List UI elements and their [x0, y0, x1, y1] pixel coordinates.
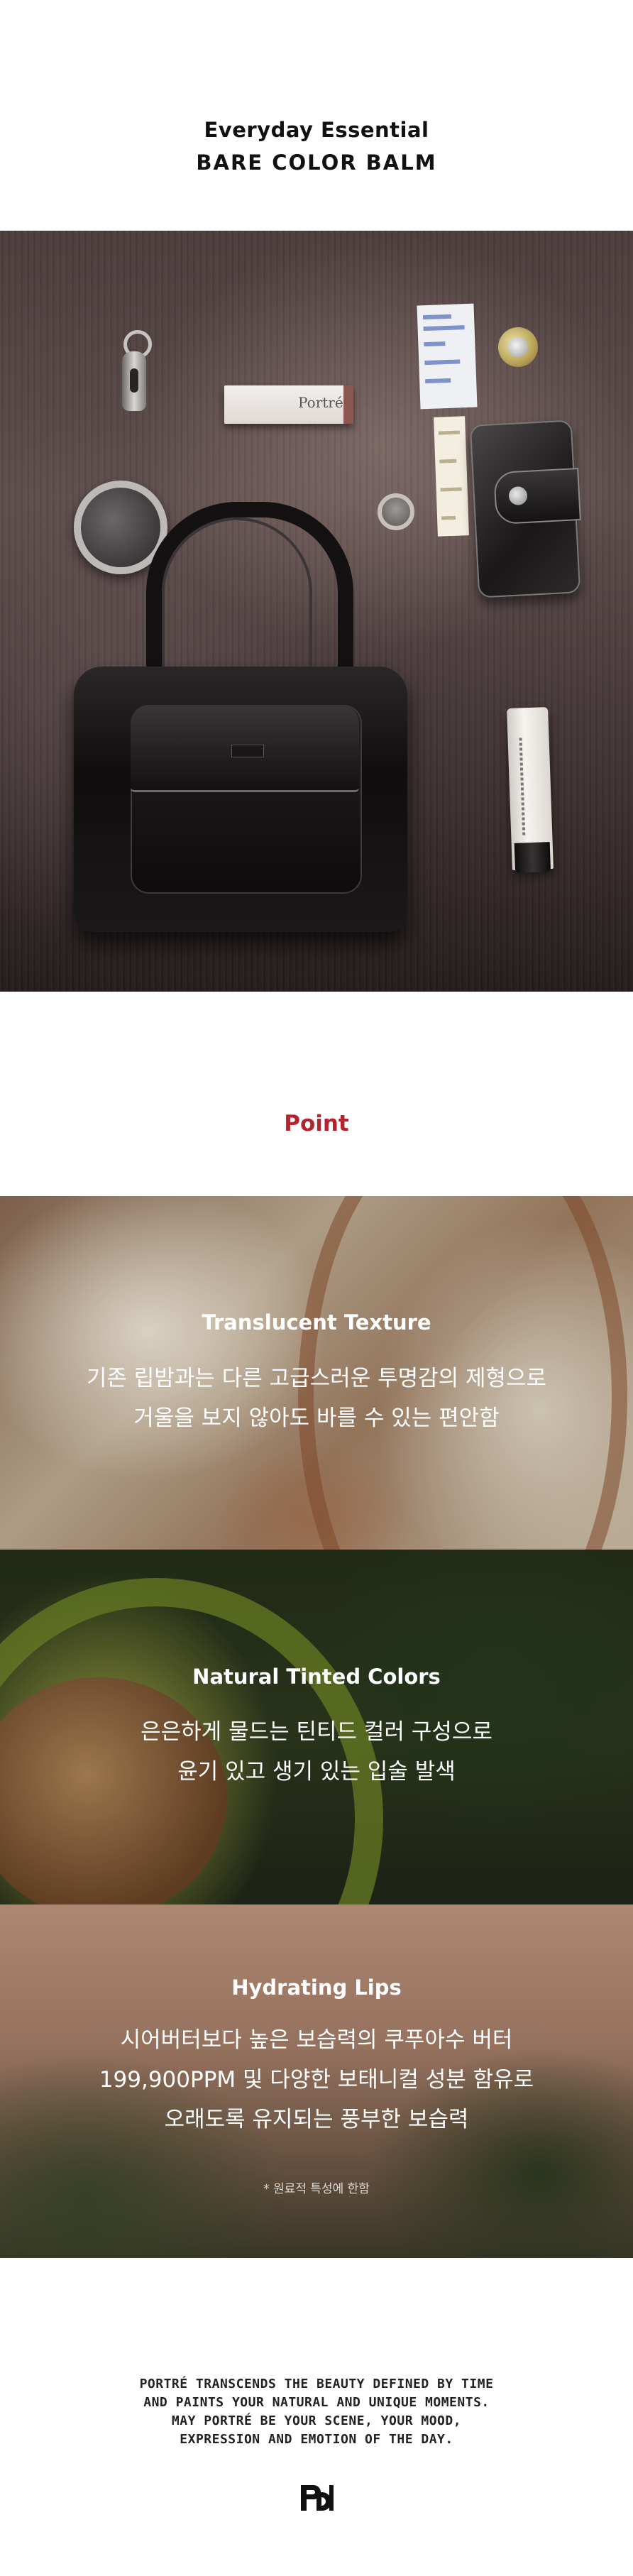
header-subtitle: Everyday Essential	[204, 118, 429, 142]
lip-balm-tube-image	[507, 707, 554, 873]
statement-line: PORTRÉ TRANSCENDS THE BEAUTY DEFINED BY …	[139, 2377, 494, 2391]
box-brand-text: Portré	[298, 394, 343, 411]
brand-statement-text: PORTRÉ TRANSCENDS THE BEAUTY DEFINED BY …	[0, 2375, 633, 2449]
feature-line: 기존 립밤과는 다른 고급스러운 투명감의 제형으로	[86, 1366, 547, 1391]
page-header: Everyday Essential BARE COLOR BALM	[0, 0, 633, 231]
feature-description: 기존 립밤과는 다른 고급스러운 투명감의 제형으로 거울을 보지 않아도 바를…	[0, 1359, 633, 1438]
brand-statement: PORTRÉ TRANSCENDS THE BEAUTY DEFINED BY …	[0, 2258, 633, 2576]
handbag-image	[74, 502, 407, 932]
point-title: Point	[284, 1111, 349, 1136]
feature-description: 시어버터보다 높은 보습력의 쿠푸아수 버터 199,900PPM 및 다양한 …	[0, 2020, 633, 2139]
statement-line: EXPRESSION AND EMOTION OF THE DAY.	[180, 2432, 453, 2447]
feature-title: Translucent Texture	[202, 1310, 431, 1334]
feature-natural-tinted-colors: Natural Tinted Colors 은은하게 물드는 틴티드 컬러 구성…	[0, 1550, 633, 1904]
key-charm-image	[119, 330, 152, 414]
receipt-image	[417, 303, 478, 410]
ticket-image	[434, 416, 469, 537]
feature-title: Natural Tinted Colors	[192, 1665, 441, 1689]
wallet-image	[469, 420, 581, 598]
feature-line: 은은하게 물드는 틴티드 컬러 구성으로	[141, 1719, 492, 1745]
feature-line: 시어버터보다 높은 보습력의 쿠푸아수 버터	[120, 2027, 513, 2053]
statement-line: MAY PORTRÉ BE YOUR SCENE, YOUR MOOD,	[171, 2413, 462, 2428]
feature-title: Hydrating Lips	[231, 1975, 402, 2000]
pd-monogram-logo-icon	[301, 2485, 334, 2511]
feature-hydrating-lips: Hydrating Lips 시어버터보다 높은 보습력의 쿠푸아수 버터 19…	[0, 1904, 633, 2258]
feature-description: 은은하게 물드는 틴티드 컬러 구성으로 윤기 있고 생기 있는 입술 발색	[0, 1712, 633, 1792]
coin-image	[498, 327, 538, 367]
point-section: Point	[0, 992, 633, 1196]
product-detail-page: Everyday Essential BARE COLOR BALM Portr…	[0, 0, 633, 2576]
feature-footnote: * 원료적 특성에 한함	[263, 2182, 370, 2196]
feature-translucent-texture: Translucent Texture 기존 립밤과는 다른 고급스러운 투명감…	[0, 1196, 633, 1550]
hero-photo: Portré	[0, 231, 633, 992]
statement-line: AND PAINTS YOUR NATURAL AND UNIQUE MOMEN…	[143, 2395, 490, 2410]
product-name: BARE COLOR BALM	[196, 150, 437, 175]
feature-line: 199,900PPM 및 다양한 보태니컬 성분 함유로	[99, 2067, 534, 2093]
ring-image	[378, 493, 414, 530]
feature-line: 오래도록 유지되는 풍부한 보습력	[164, 2107, 469, 2132]
lip-balm-box-image: Portré	[224, 385, 353, 424]
feature-line: 윤기 있고 생기 있는 입술 발색	[177, 1759, 456, 1785]
feature-line: 거울을 보지 않아도 바를 수 있는 편안함	[133, 1405, 500, 1431]
